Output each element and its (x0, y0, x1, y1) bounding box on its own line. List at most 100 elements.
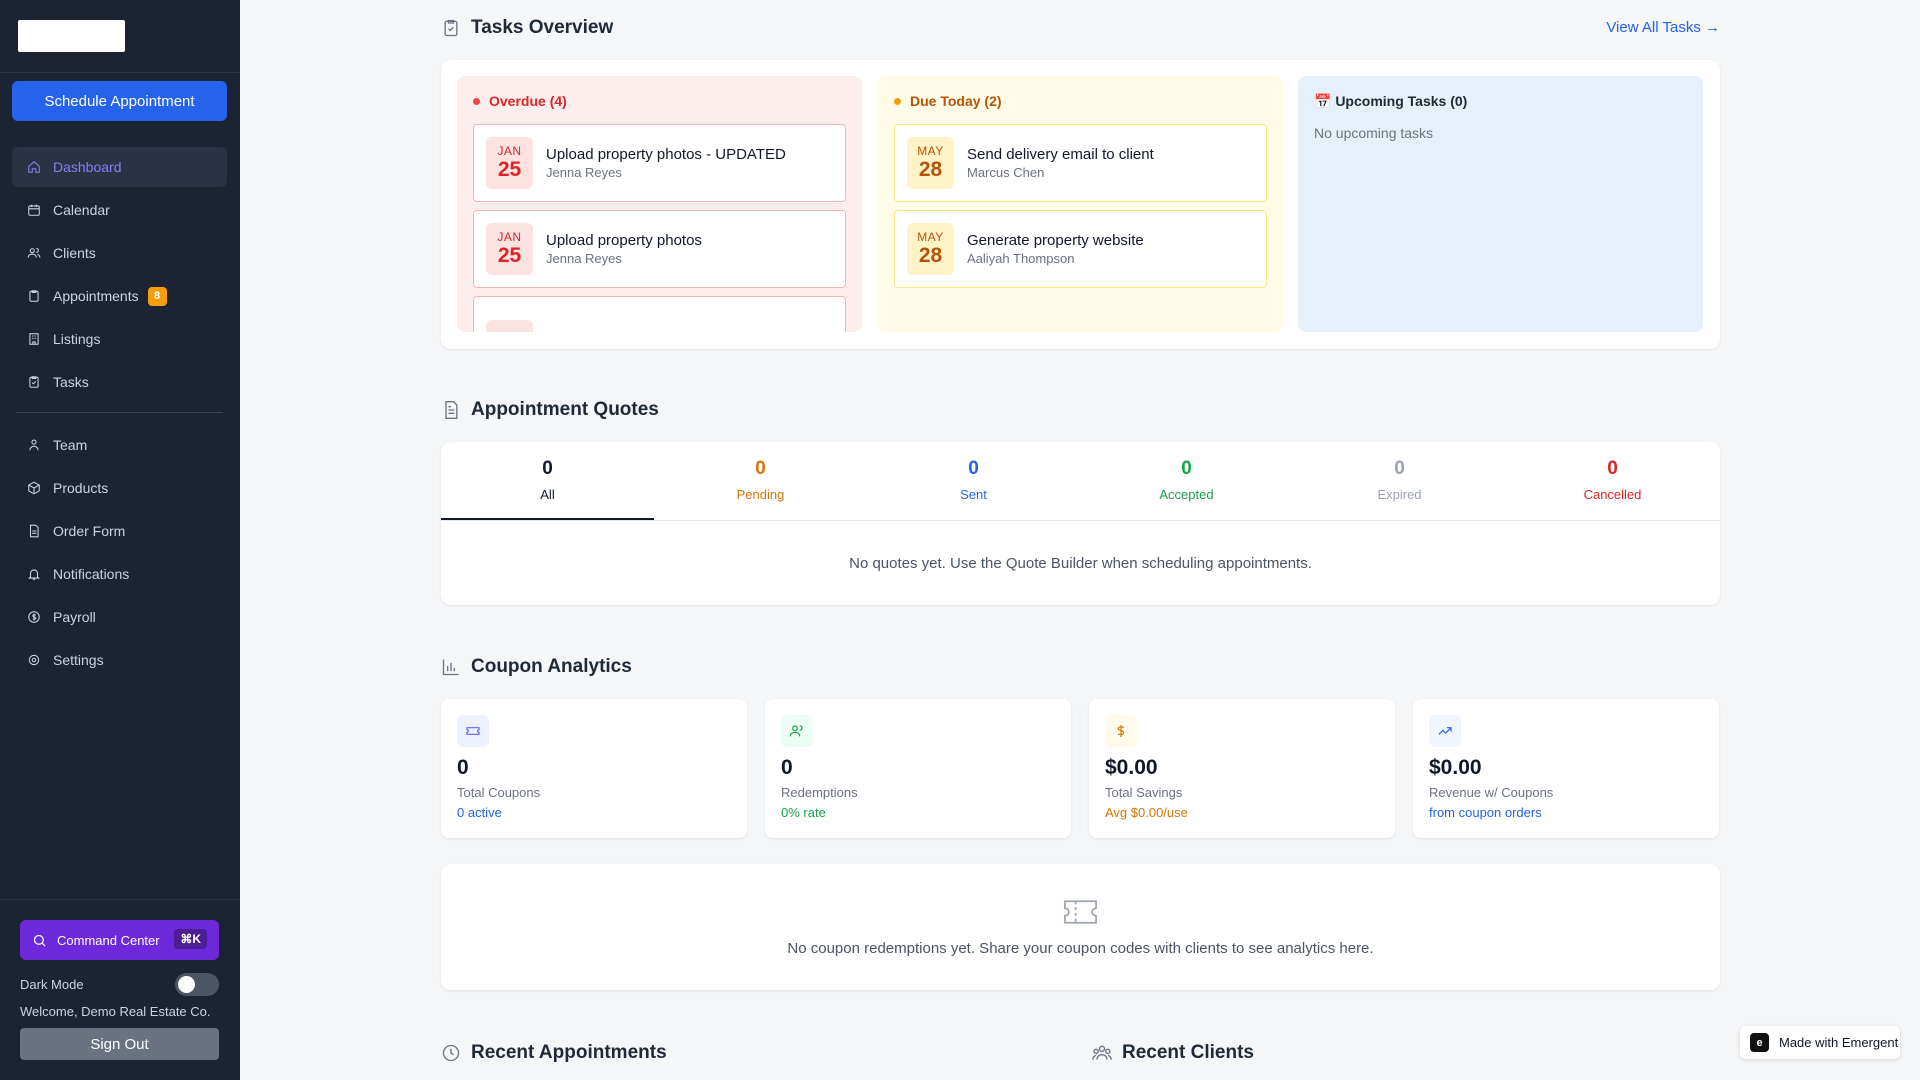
tab-count: 0 (968, 458, 979, 479)
dark-mode-label: Dark Mode (20, 977, 84, 992)
dollar-icon (1105, 715, 1137, 747)
users-icon (781, 715, 813, 747)
clipboard-icon (27, 289, 41, 303)
sidebar-item-clients[interactable]: Clients (12, 233, 227, 273)
gear-icon (27, 653, 41, 667)
sidebar-item-label: Calendar (53, 202, 110, 218)
task-day: 28 (918, 158, 943, 181)
task-card[interactable] (473, 296, 846, 332)
due-today-column: Due Today (2) MAY 28 Send delivery email… (878, 76, 1283, 332)
sidebar-item-products[interactable]: Products (12, 468, 227, 508)
coupon-empty-card: No coupon redemptions yet. Share your co… (441, 864, 1720, 990)
sidebar-divider (0, 899, 240, 900)
dark-mode-toggle[interactable] (175, 973, 219, 996)
upcoming-column: 📅 Upcoming Tasks (0) No upcoming tasks (1298, 76, 1703, 332)
task-card[interactable]: JAN 25 Upload property photos - UPDATED … (473, 124, 846, 202)
sidebar-divider (0, 72, 240, 73)
ticket-icon (457, 715, 489, 747)
stat-sub: from coupon orders (1429, 805, 1542, 820)
sidebar-item-appointments[interactable]: Appointments 8 (12, 276, 227, 316)
task-card[interactable]: MAY 28 Send delivery email to client Mar… (894, 124, 1267, 202)
task-assignee: Jenna Reyes (546, 165, 622, 180)
calendar-icon (27, 203, 41, 217)
task-title: Send delivery email to client (967, 146, 1154, 163)
view-all-tasks-link[interactable]: View All Tasks → (1606, 19, 1720, 36)
sidebar-item-listings[interactable]: Listings (12, 319, 227, 359)
tab-count: 0 (1181, 458, 1192, 479)
sidebar-item-order-form[interactable]: Order Form (12, 511, 227, 551)
sidebar-item-settings[interactable]: Settings (12, 640, 227, 680)
command-shortcut: ⌘K (174, 929, 207, 949)
bell-icon (27, 567, 41, 581)
schedule-appointment-button[interactable]: Schedule Appointment (12, 81, 227, 121)
sign-out-button[interactable]: Sign Out (20, 1028, 219, 1060)
task-date (486, 320, 533, 332)
emergent-logo-icon: e (1750, 1033, 1769, 1052)
tabs-divider (441, 520, 1720, 521)
task-date: JAN 25 (486, 137, 533, 189)
sidebar-item-tasks[interactable]: Tasks (12, 362, 227, 402)
overdue-title: Overdue (4) (473, 93, 567, 109)
made-with-emergent-badge[interactable]: e Made with Emergent (1740, 1026, 1900, 1059)
tab-sent[interactable]: 0 Sent (867, 442, 1080, 520)
section-title: Coupon Analytics (471, 656, 632, 677)
stat-value: $0.00 (1105, 756, 1158, 779)
tab-label: Accepted (1159, 487, 1214, 502)
dollar-circle-icon (27, 610, 41, 624)
task-card[interactable]: JAN 25 Upload property photos Jenna Reye… (473, 210, 846, 288)
task-month: JAN (497, 230, 522, 244)
stat-sub: Avg $0.00/use (1105, 805, 1188, 820)
stat-label: Total Coupons (457, 785, 541, 800)
sidebar-item-dashboard[interactable]: Dashboard (12, 147, 227, 187)
recent-clients-heading: Recent Clients (1092, 1042, 1254, 1064)
sidebar-item-label: Products (53, 480, 109, 496)
tab-count: 0 (1607, 458, 1618, 479)
sidebar-item-notifications[interactable]: Notifications (12, 554, 227, 594)
sidebar-item-team[interactable]: Team (12, 425, 227, 465)
stat-value: 0 (457, 756, 469, 779)
stat-sub: 0% rate (781, 805, 826, 820)
sidebar-item-label: Notifications (53, 566, 130, 582)
badge-label: Made with Emergent (1779, 1035, 1899, 1050)
sidebar-item-payroll[interactable]: Payroll (12, 597, 227, 637)
appointments-count-badge: 8 (147, 286, 167, 306)
sidebar-item-label: Listings (53, 331, 101, 347)
users-icon (27, 246, 41, 260)
logo (18, 20, 125, 52)
task-assignee: Marcus Chen (967, 165, 1045, 180)
bar-chart-icon (442, 659, 459, 676)
tab-expired[interactable]: 0 Expired (1293, 442, 1506, 520)
appointment-quotes-heading: Appointment Quotes (441, 399, 659, 421)
stat-label: Total Savings (1105, 785, 1183, 800)
dark-mode-row: Dark Mode (20, 973, 219, 996)
due-today-title: Due Today (2) (894, 93, 1002, 109)
task-title: Upload property photos (546, 232, 702, 249)
section-title: Recent Clients (1122, 1042, 1254, 1063)
coupon-empty-text: No coupon redemptions yet. Share your co… (787, 940, 1374, 957)
overdue-title-text: Overdue (4) (489, 93, 567, 109)
task-info: Upload property photos Jenna Reyes (546, 232, 702, 266)
tab-accepted[interactable]: 0 Accepted (1080, 442, 1293, 520)
tab-label: Expired (1377, 487, 1422, 502)
tab-all[interactable]: 0 All (441, 442, 654, 520)
sidebar-item-label: Clients (53, 245, 96, 261)
tab-cancelled[interactable]: 0 Cancelled (1506, 442, 1719, 520)
task-info: Send delivery email to client Marcus Che… (967, 146, 1154, 180)
task-month: MAY (917, 230, 944, 244)
package-icon (27, 481, 41, 495)
task-month: JAN (497, 144, 522, 158)
tab-label: All (540, 487, 555, 502)
section-title: Tasks Overview (471, 17, 614, 38)
document-icon (27, 524, 41, 538)
tab-pending[interactable]: 0 Pending (654, 442, 867, 520)
tab-count: 0 (1394, 458, 1405, 479)
sidebar-item-label: Appointments (53, 288, 139, 304)
task-info: Upload property photos - UPDATED Jenna R… (546, 146, 786, 180)
sidebar-item-calendar[interactable]: Calendar (12, 190, 227, 230)
command-center-button[interactable]: Command Center ⌘K (20, 920, 219, 960)
tasks-overview-heading: Tasks Overview (441, 17, 613, 39)
tab-label: Pending (736, 487, 785, 502)
tab-count: 0 (755, 458, 766, 479)
task-assignee: Jenna Reyes (546, 251, 622, 266)
task-card[interactable]: MAY 28 Generate property website Aaliyah… (894, 210, 1267, 288)
